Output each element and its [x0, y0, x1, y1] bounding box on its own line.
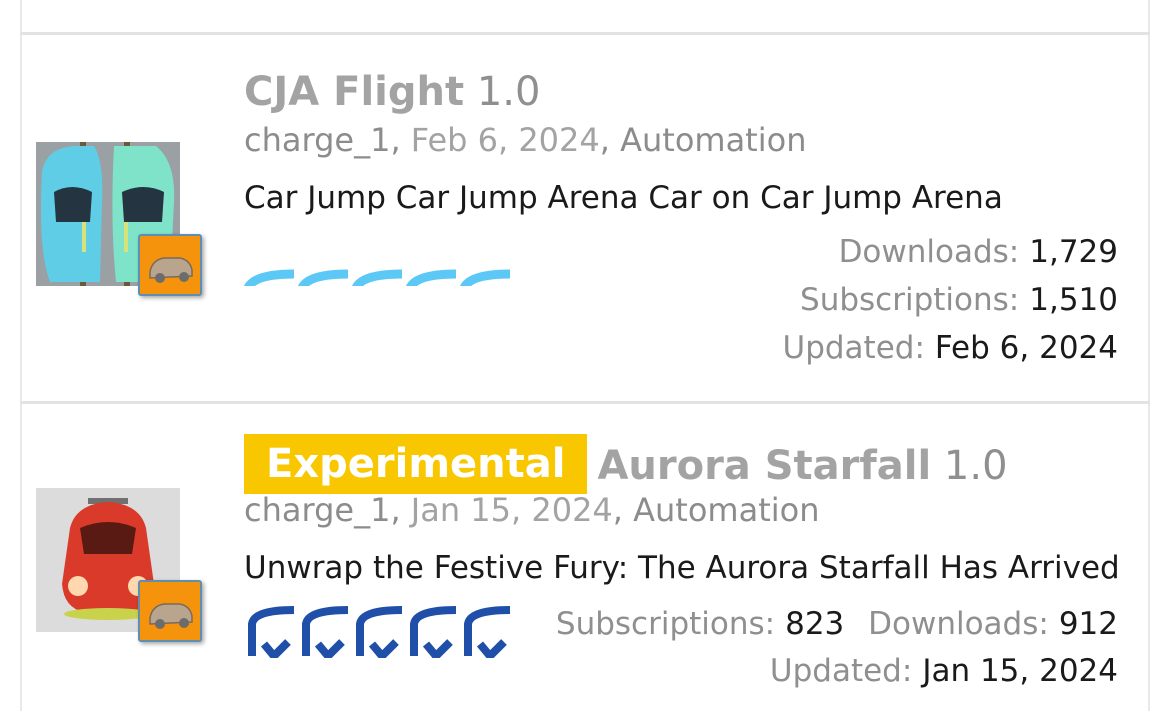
mod-version: 1.0 [943, 443, 1008, 489]
category-link[interactable]: Automation [620, 121, 806, 159]
publish-date: Feb 6, 2024 [410, 121, 600, 159]
divider [20, 32, 1150, 35]
mod-name[interactable]: Aurora Starfall [597, 443, 931, 489]
mod-meta: charge_1, Jan 15, 2024, Automation [244, 491, 820, 529]
divider [20, 401, 1150, 404]
updated-stat: Updated: Feb 6, 2024 [782, 330, 1118, 366]
publish-date: Jan 15, 2024 [410, 491, 613, 529]
mod-version: 1.0 [476, 69, 541, 115]
rating-stars [244, 268, 514, 286]
updated-stat: Updated: Jan 15, 2024 [769, 653, 1118, 689]
mod-title[interactable]: CJA Flight 1.0 [244, 68, 540, 116]
author-link[interactable]: charge_1 [244, 491, 390, 529]
mod-title[interactable]: Experimental Aurora Starfall 1.0 [244, 434, 1008, 498]
category-link[interactable]: Automation [633, 491, 819, 529]
mod-meta: charge_1, Feb 6, 2024, Automation [244, 121, 807, 159]
mod-description: Unwrap the Festive Fury: The Aurora Star… [244, 550, 1120, 586]
rating-stars [244, 604, 514, 658]
rating-icon [244, 269, 511, 286]
mod-name[interactable]: CJA Flight [244, 69, 464, 115]
car-icon [149, 257, 193, 283]
subs-downloads-stat: Subscriptions: 823 Downloads: 912 [555, 606, 1118, 642]
rating-icon [248, 606, 511, 658]
car-icon [149, 603, 193, 629]
automation-badge [138, 580, 202, 642]
automation-badge [138, 234, 202, 296]
mod-description: Car Jump Car Jump Arena Car on Car Jump … [244, 180, 1003, 216]
subscriptions-stat: Subscriptions: 1,510 [800, 282, 1118, 318]
experimental-tag: Experimental [244, 434, 588, 494]
author-link[interactable]: charge_1 [244, 121, 390, 159]
downloads-stat: Downloads: 1,729 [838, 234, 1118, 270]
